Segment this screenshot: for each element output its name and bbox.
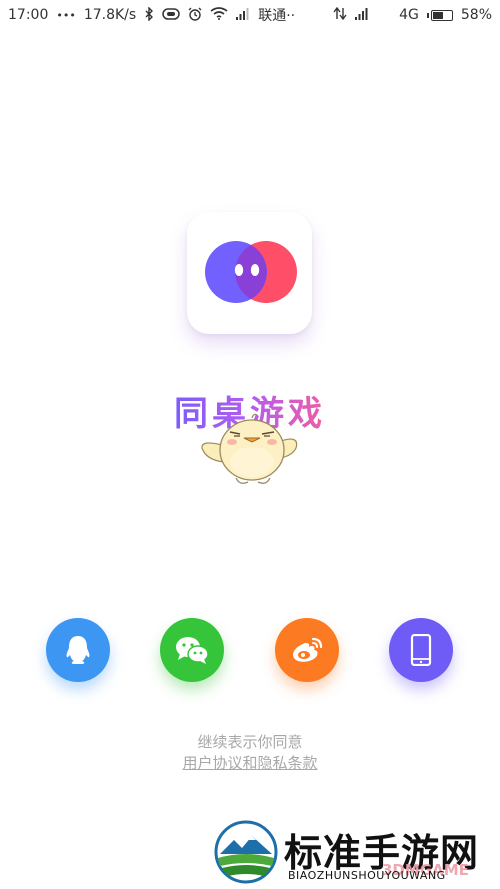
status-bar-left: 17:00 ••• 17.8K/s 联通··	[8, 5, 295, 25]
alarm-icon	[188, 7, 202, 24]
status-network: 4G	[399, 7, 419, 23]
watermark-subtitle: BIAOZHUNSHOUYOUWANG	[288, 869, 446, 882]
watermark: 标准手游网 3DMGAME BIAOZHUNSHOUYOUWANG	[214, 818, 500, 889]
qq-penguin-icon	[66, 636, 90, 664]
bluetooth-icon	[144, 5, 154, 24]
weibo-icon	[293, 637, 323, 662]
status-battery: 58%	[460, 7, 492, 23]
battery-body	[430, 9, 453, 21]
vr-icon	[162, 7, 180, 23]
data-transfer-icon	[333, 6, 347, 23]
wechat-login-button[interactable]	[160, 618, 224, 682]
agreement-link[interactable]: 用户协议和隐私条款	[0, 752, 500, 773]
mascot-icon	[201, 413, 298, 484]
battery-icon	[426, 9, 453, 21]
qq-login-button[interactable]	[46, 618, 110, 682]
status-carrier: 联通··	[258, 8, 296, 24]
status-bar-right: 4G 58%	[333, 6, 492, 23]
status-dots: •••	[56, 8, 76, 22]
status-time: 17:00	[8, 7, 49, 23]
phone-login-button[interactable]	[389, 618, 453, 682]
status-speed: 17.8K/s	[83, 7, 137, 23]
weibo-login-button[interactable]	[275, 618, 339, 682]
app-logo-icon	[205, 241, 297, 303]
wifi-icon	[210, 7, 228, 23]
signal-icon	[236, 7, 250, 23]
battery-tip	[426, 12, 429, 18]
watermark-logo-icon	[214, 820, 278, 884]
wechat-icon	[176, 637, 209, 664]
status-bar: 17:00 ••• 17.8K/s 联通·· 4G 58%	[0, 0, 500, 30]
phone-icon	[410, 634, 432, 666]
app-logo	[187, 212, 312, 334]
signal-icon-2	[355, 7, 369, 23]
agreement-text: 继续表示你同意	[197, 733, 303, 751]
battery-fill	[432, 11, 444, 19]
